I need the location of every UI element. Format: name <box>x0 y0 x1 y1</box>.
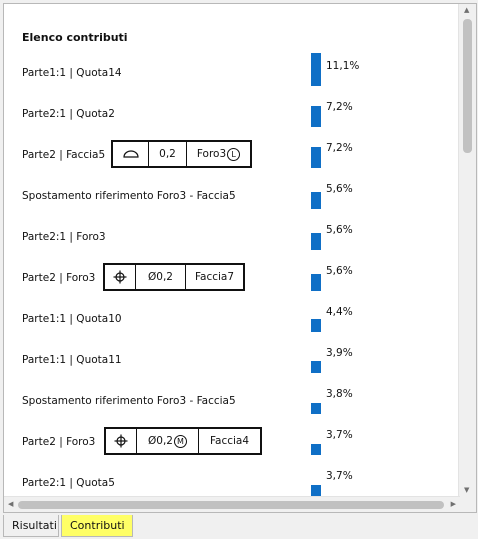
contribution-label: Parte1:1 | Quota10 <box>22 313 122 325</box>
scrollbar-corner <box>459 497 476 512</box>
profile-of-surface-icon <box>113 142 149 166</box>
contribution-percent: 4,4% <box>326 306 353 318</box>
datum-reference: Faccia7 <box>194 271 235 283</box>
contribution-percent: 3,9% <box>326 347 353 359</box>
contribution-bar <box>311 147 321 168</box>
contribution-label: Parte1:1 | Quota14 <box>22 67 122 79</box>
contribution-percent: 3,7% <box>326 429 353 441</box>
list-item[interactable]: Parte1:1 | Quota11 3,9% <box>4 339 464 380</box>
contribution-percent: 5,6% <box>326 183 353 195</box>
contribution-percent: 7,2% <box>326 142 353 154</box>
scroll-left-arrow-icon[interactable]: ◀ <box>8 501 13 508</box>
tab-contributi[interactable]: Contributi <box>61 515 133 537</box>
position-icon <box>105 265 136 289</box>
contribution-bar <box>311 444 321 455</box>
tab-risultati[interactable]: Risultati <box>3 515 59 537</box>
tolerance-value: Ø 0,2 <box>136 265 186 289</box>
contribution-label: Parte2 | Faccia5 <box>22 149 106 161</box>
contribution-bar <box>311 319 321 332</box>
contribution-bar <box>311 403 321 414</box>
tolerance-value: Ø 0,2 M <box>137 429 199 453</box>
scroll-down-arrow-icon[interactable]: ▼ <box>464 487 469 494</box>
scroll-up-arrow-icon[interactable]: ▲ <box>464 7 469 14</box>
datum-reference: Faccia4 <box>209 435 250 447</box>
contribution-bar <box>311 53 321 86</box>
horizontal-scroll-thumb[interactable] <box>18 501 444 509</box>
least-material-modifier-icon: L <box>227 147 241 161</box>
scroll-right-arrow-icon[interactable]: ▶ <box>451 501 456 508</box>
list-item[interactable]: Parte2 | Faccia5 0,2 Foro3 L 7,2% <box>4 134 464 175</box>
horizontal-scrollbar[interactable]: ◀ ▶ <box>4 496 460 512</box>
list-item[interactable]: Parte2:1 | Quota2 7,2% <box>4 93 464 134</box>
contribution-label: Spostamento riferimento Foro3 - Faccia5 <box>22 190 236 202</box>
list-item[interactable]: Parte2 | Foro3 Ø 0,2 M Faccia4 3,7% <box>4 421 464 462</box>
contribution-bar <box>311 192 321 209</box>
contributions-panel: Elenco contributi Parte1:1 | Quota14 11,… <box>3 3 477 513</box>
contribution-label: Parte2 | Foro3 <box>22 436 96 448</box>
contribution-label: Spostamento riferimento Foro3 - Faccia5 <box>22 395 236 407</box>
contribution-label: Parte2:1 | Foro3 <box>22 231 106 243</box>
contribution-label: Parte2 | Foro3 <box>22 272 96 284</box>
contribution-bar <box>311 485 321 496</box>
list-item[interactable]: Parte1:1 | Quota14 11,1% <box>4 52 464 93</box>
position-icon <box>106 429 137 453</box>
list-item[interactable]: Parte2 | Foro3 Ø 0,2 Faccia7 5,6% <box>4 257 464 298</box>
diameter-icon: Ø <box>148 435 157 447</box>
contribution-percent: 3,7% <box>326 470 353 482</box>
datum-reference: Foro3 L <box>187 142 250 166</box>
contribution-percent: 5,6% <box>326 265 353 277</box>
list-item[interactable]: Spostamento riferimento Foro3 - Faccia5 … <box>4 380 464 421</box>
feature-control-frame: Ø 0,2 M Faccia4 <box>104 427 262 455</box>
contribution-bar <box>311 106 321 127</box>
contribution-percent: 11,1% <box>326 60 360 72</box>
contribution-bar <box>311 233 321 250</box>
contribution-percent: 7,2% <box>326 101 353 113</box>
tolerance-value: 0,2 <box>149 142 187 166</box>
vertical-scrollbar[interactable]: ▲ ▼ <box>458 4 476 512</box>
contribution-label: Parte1:1 | Quota11 <box>22 354 122 366</box>
contribution-label: Parte2:1 | Quota2 <box>22 108 115 120</box>
contribution-bar <box>311 274 321 291</box>
vertical-scroll-thumb[interactable] <box>463 19 472 153</box>
feature-control-frame: 0,2 Foro3 L <box>111 140 252 168</box>
feature-control-frame: Ø 0,2 Faccia7 <box>103 263 245 291</box>
bottom-tab-bar: Risultati Contributi <box>0 515 478 539</box>
list-item[interactable]: Parte1:1 | Quota10 4,4% <box>4 298 464 339</box>
diameter-icon: Ø <box>148 271 157 283</box>
list-item[interactable]: Spostamento riferimento Foro3 - Faccia5 … <box>4 175 464 216</box>
contribution-label: Parte2:1 | Quota5 <box>22 477 115 489</box>
contribution-percent: 5,6% <box>326 224 353 236</box>
contribution-bar <box>311 361 321 373</box>
list-title: Elenco contributi <box>22 31 128 44</box>
maximum-material-modifier-icon: M <box>173 434 187 448</box>
list-item[interactable]: Parte2:1 | Foro3 5,6% <box>4 216 464 257</box>
contribution-percent: 3,8% <box>326 388 353 400</box>
